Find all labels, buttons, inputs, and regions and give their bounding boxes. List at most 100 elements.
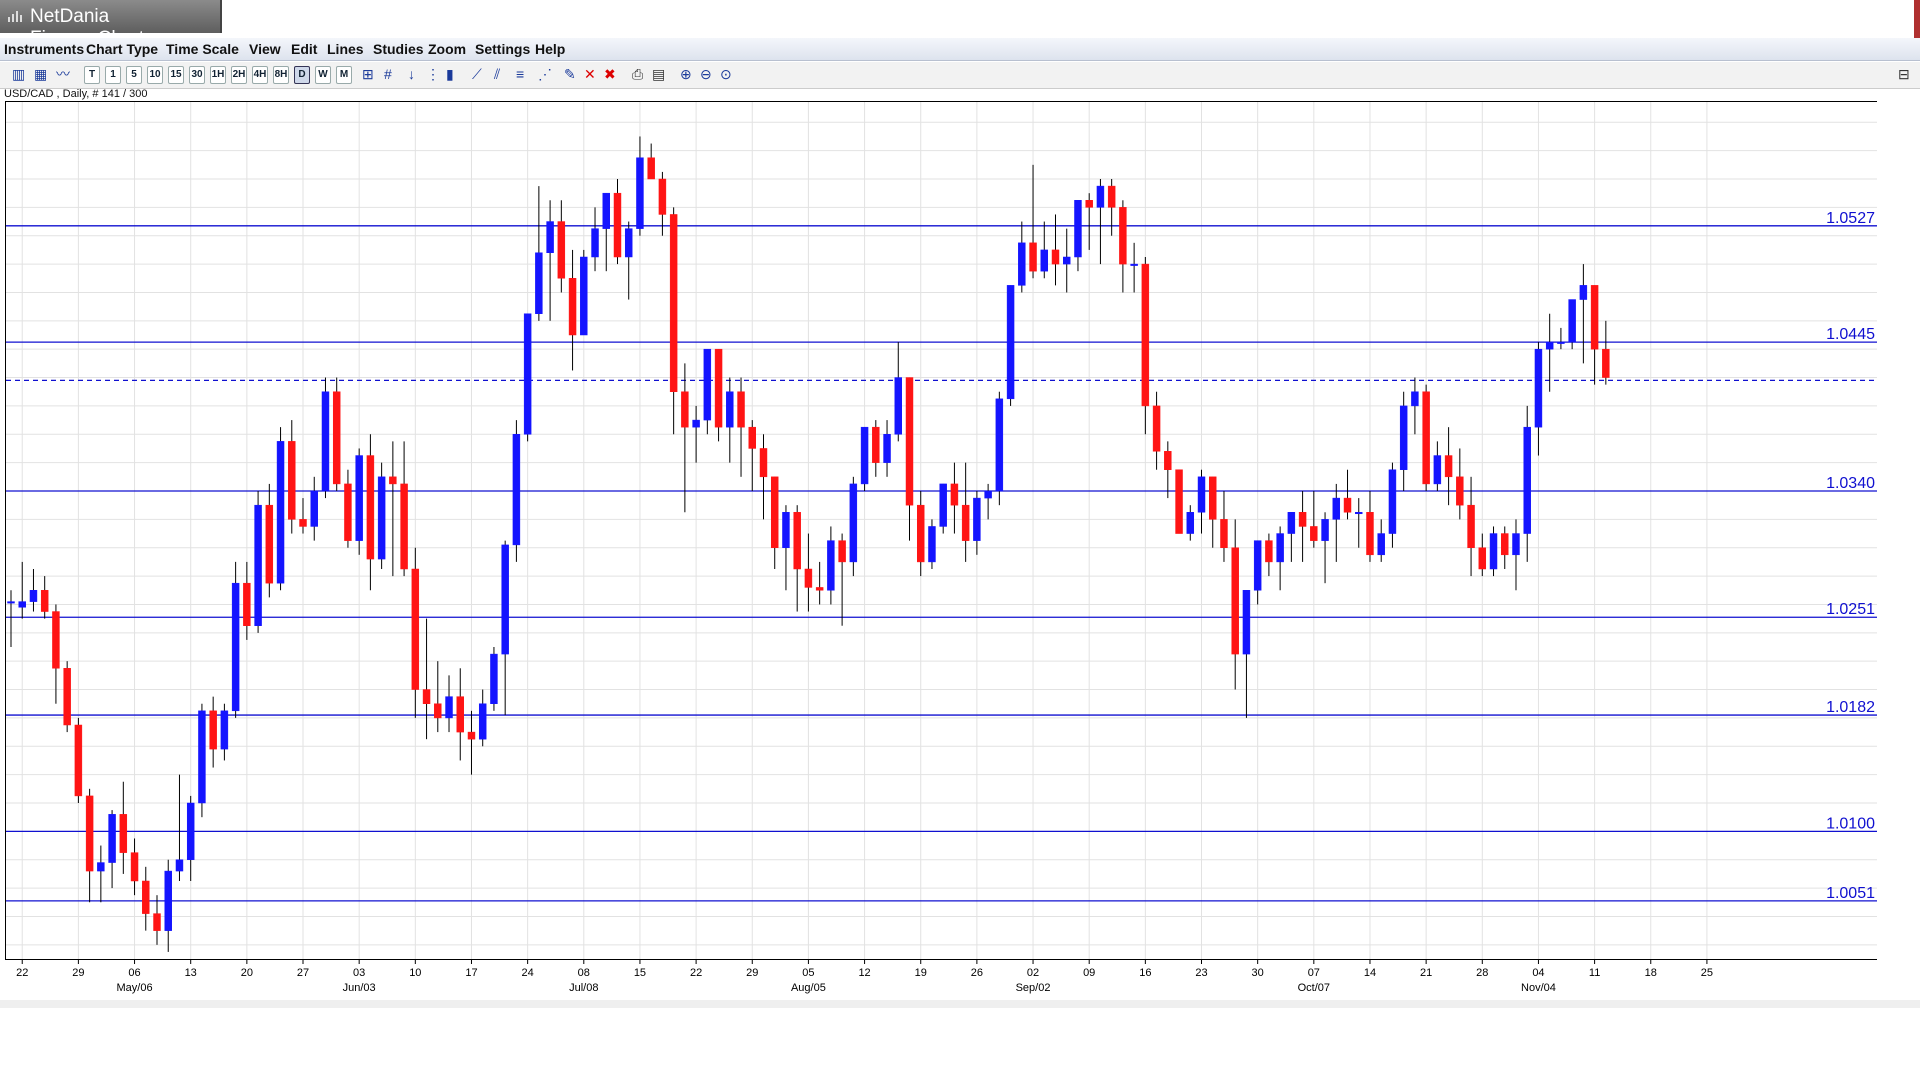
candle-body: [647, 157, 655, 180]
candle-body: [119, 814, 128, 853]
x-tick-label: 09: [1083, 967, 1095, 979]
candle-body: [209, 710, 217, 750]
horizontal-scrollbar[interactable]: [0, 1000, 1920, 1008]
timeframe-1h-button[interactable]: 1H: [210, 66, 226, 84]
window-edge: [1914, 0, 1920, 40]
x-tick-label: 17: [465, 967, 477, 979]
candle-body: [580, 256, 588, 336]
zoom-out-icon[interactable]: ⊖: [700, 65, 712, 83]
timeframe-30m-button[interactable]: 30: [189, 66, 205, 84]
candle-body: [703, 348, 712, 421]
app-title-tab[interactable]: NetDania FinanceChart: [0, 0, 222, 49]
candle-body: [872, 426, 880, 463]
level-label: 1.0182: [1826, 699, 1875, 716]
crosshair-icon[interactable]: ⊞: [362, 65, 374, 83]
timeframe-tick-button[interactable]: T: [84, 66, 100, 84]
candle-body: [1063, 256, 1071, 265]
menu-zoom[interactable]: Zoom: [428, 41, 466, 57]
timeframe-10m-button[interactable]: 10: [147, 66, 163, 84]
x-tick-label: 11: [1589, 967, 1600, 979]
candle-body: [916, 504, 925, 563]
timeframe-monthly-button[interactable]: M: [336, 66, 352, 84]
grid-icon[interactable]: #: [384, 65, 392, 83]
timeframe-8h-button[interactable]: 8H: [273, 66, 289, 84]
candle-body: [1253, 540, 1262, 591]
timeframe-15m-button[interactable]: 15: [168, 66, 184, 84]
candle-body: [804, 568, 813, 588]
edit-lines-icon[interactable]: ✎: [564, 65, 576, 83]
trend-line-icon[interactable]: ⟋: [472, 65, 482, 83]
level-label: 1.0445: [1826, 326, 1875, 343]
candle-body: [894, 377, 902, 435]
x-month-label: May/06: [117, 982, 153, 994]
menu-settings[interactable]: Settings: [475, 41, 530, 57]
arrow-icon[interactable]: ↓: [408, 65, 415, 83]
candle-body: [332, 391, 341, 485]
timeframe-daily-button[interactable]: D: [294, 66, 310, 84]
menu-chart-type[interactable]: Chart Type: [86, 41, 158, 57]
fibonacci-icon[interactable]: ⋮: [426, 65, 440, 83]
delete-all-icon[interactable]: ✖: [604, 65, 616, 83]
candle-body: [1096, 185, 1105, 208]
candle-body: [422, 689, 431, 704]
fan-lines-icon[interactable]: ⋰: [538, 65, 552, 83]
menu-studies[interactable]: Studies: [373, 41, 424, 57]
volume-icon[interactable]: ▮: [446, 65, 454, 83]
menu-edit[interactable]: Edit: [291, 41, 317, 57]
candle-body: [737, 391, 745, 428]
zoom-reset-icon[interactable]: ⊙: [720, 65, 732, 83]
candle-body: [175, 859, 184, 872]
channel-icon[interactable]: ⫽: [494, 65, 500, 83]
candle-body: [1321, 519, 1329, 541]
candle-body: [1444, 455, 1453, 478]
candle-body: [355, 455, 363, 541]
delete-icon[interactable]: ✕: [584, 65, 596, 83]
candle-body: [1231, 547, 1239, 655]
level-label: 1.0251: [1826, 601, 1875, 618]
candle-body: [1209, 476, 1217, 520]
timeframe-4h-button[interactable]: 4H: [252, 66, 268, 84]
menu-view[interactable]: View: [249, 41, 281, 57]
print-preview-icon[interactable]: ▤: [652, 65, 665, 83]
x-tick-label: 30: [1252, 967, 1264, 979]
candle-body: [681, 391, 689, 428]
candle-body: [568, 278, 577, 336]
candle-body: [310, 490, 318, 527]
level-label: 1.0527: [1826, 210, 1875, 227]
x-tick-label: 06: [128, 967, 140, 979]
print-icon[interactable]: ⎙: [632, 65, 643, 83]
timeframe-2h-button[interactable]: 2H: [231, 66, 247, 84]
x-month-label: Nov/04: [1521, 982, 1556, 994]
candlestick-chart-icon[interactable]: ▥: [12, 65, 25, 83]
menu-lines[interactable]: Lines: [327, 41, 364, 57]
candle-body: [1433, 455, 1442, 485]
candle-body: [400, 483, 408, 570]
candle-body: [1568, 299, 1576, 343]
panel-toggle-icon[interactable]: ⊟: [1898, 65, 1910, 83]
candle-body: [1602, 348, 1610, 378]
timeframe-1m-button[interactable]: 1: [105, 66, 121, 84]
parallel-lines-icon[interactable]: ≡: [516, 65, 524, 83]
menu-instruments[interactable]: Instruments: [4, 41, 84, 57]
zoom-in-icon[interactable]: ⊕: [680, 65, 692, 83]
candle-body: [1310, 526, 1318, 541]
x-month-label: Jul/08: [569, 982, 598, 994]
candle-body: [860, 426, 869, 485]
timeframe-weekly-button[interactable]: W: [315, 66, 331, 84]
line-chart-icon[interactable]: 〰: [56, 65, 70, 83]
x-tick-label: 08: [578, 967, 590, 979]
candle-body: [198, 710, 206, 804]
x-tick-label: 29: [746, 967, 758, 979]
chart-area[interactable]: 1.06001.05801.05601.05401.05201.05001.04…: [5, 101, 1920, 1002]
bar-chart-icon[interactable]: ▦: [34, 65, 47, 83]
candle-body: [1343, 497, 1352, 513]
candle-body: [164, 870, 172, 931]
candle-body: [1074, 200, 1082, 258]
menu-time-scale[interactable]: Time Scale: [166, 41, 239, 57]
candle-body: [321, 391, 330, 492]
candlestick-chart[interactable]: 1.06001.05801.05601.05401.05201.05001.04…: [5, 101, 1920, 1002]
candle-body: [299, 519, 307, 527]
candle-body: [714, 348, 723, 428]
timeframe-5m-button[interactable]: 5: [126, 66, 142, 84]
menu-help[interactable]: Help: [535, 41, 565, 57]
